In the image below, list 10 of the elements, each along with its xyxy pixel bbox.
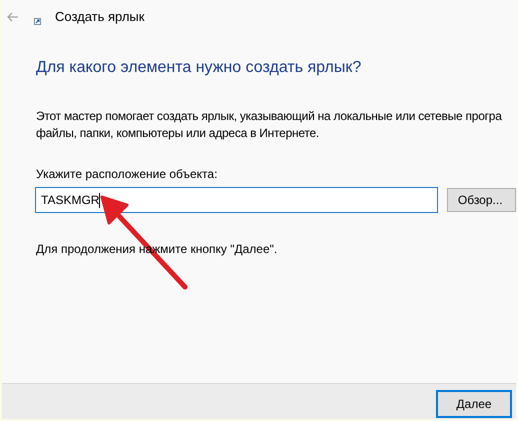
browse-button[interactable]: Обзор... — [446, 188, 516, 212]
back-arrow-icon[interactable] — [7, 12, 18, 22]
description-text: Этот мастер помогает создать ярлык, указывающий на локальные или сетевые програ — [36, 108, 503, 125]
description-text: файлы, папки, компьютеры или адреса в Интернете. — [36, 125, 320, 142]
next-button[interactable]: Далее — [436, 390, 512, 418]
window-title: Создать ярлык — [55, 8, 144, 26]
location-input-field[interactable]: TASKMGR — [35, 187, 438, 213]
shortcut-icon — [34, 18, 41, 24]
wizard-heading: Для какого элемента нужно создать ярлык? — [36, 58, 362, 78]
field-label: Укажите расположение объекта: — [36, 166, 218, 183]
